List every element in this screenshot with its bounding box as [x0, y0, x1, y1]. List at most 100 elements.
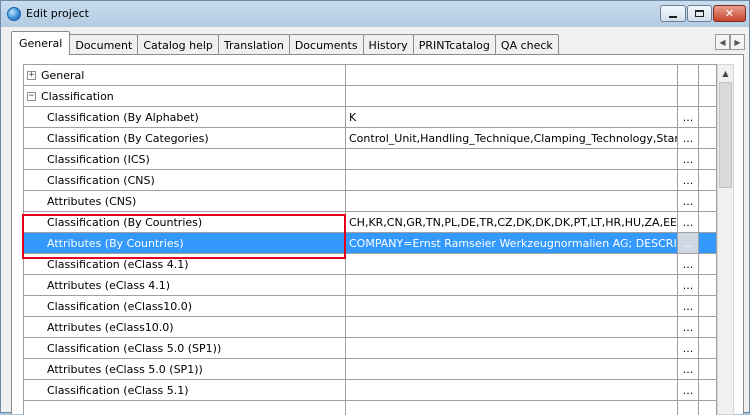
property-row[interactable]: Attributes (eClass10.0) ...	[24, 317, 716, 338]
value-cell	[346, 65, 678, 86]
property-name: Attributes (eClass 5.0 (SP1))	[24, 359, 346, 380]
tab-printcatalog[interactable]: PRINTcatalog	[412, 34, 496, 55]
ellipsis-button[interactable]: ...	[678, 254, 699, 275]
button-cell	[678, 65, 699, 86]
property-row[interactable]: Classification (By Alphabet) K ...	[24, 107, 716, 128]
property-row[interactable]: Attributes (eClass 5.0 (SP1)) ...	[24, 359, 716, 380]
tab-translation[interactable]: Translation	[217, 34, 290, 55]
tab-catalog-help[interactable]: Catalog help	[137, 34, 219, 55]
tab-label: Documents	[294, 38, 358, 52]
property-name: Classification (eClass10.0)	[24, 296, 346, 317]
title-bar[interactable]: Edit project ✕	[1, 1, 749, 27]
ellipsis-button[interactable]: ...	[678, 233, 699, 254]
tab-history[interactable]: History	[362, 34, 414, 55]
property-value[interactable]: K	[346, 107, 678, 128]
property-row-selected[interactable]: Attributes (By Countries) COMPANY=Ernst …	[24, 233, 716, 254]
arrow-left-icon: ◀	[719, 37, 726, 47]
property-row[interactable]: Classification (By Categories) Control_U…	[24, 128, 716, 149]
collapse-icon[interactable]: −	[27, 91, 36, 101]
group-name-cell[interactable]: + General	[24, 65, 346, 86]
tab-strip: General Document Catalog help Translatio…	[11, 31, 559, 55]
ellipsis-button[interactable]: ...	[678, 317, 699, 338]
app-icon	[7, 7, 21, 21]
property-row[interactable]: Attributes (eClass 4.1) ...	[24, 275, 716, 296]
property-name: Classification (eClass 5.0 (SP1))	[24, 338, 346, 359]
property-value[interactable]	[346, 275, 678, 296]
filler-cell	[699, 191, 716, 212]
property-value[interactable]	[346, 380, 678, 401]
tab-label: General	[19, 37, 63, 50]
property-row[interactable]: Classification (CNS) ...	[24, 170, 716, 191]
ellipsis-button[interactable]: ...	[678, 128, 699, 149]
property-value[interactable]	[346, 191, 678, 212]
vertical-scrollbar[interactable]: ▲	[717, 64, 734, 415]
ellipsis-button[interactable]: ...	[678, 338, 699, 359]
tab-label: History	[368, 38, 408, 52]
filler-cell	[699, 338, 716, 359]
property-row[interactable]: Classification (eClass10.0) ...	[24, 296, 716, 317]
property-value[interactable]	[346, 296, 678, 317]
ellipsis-button[interactable]: ...	[678, 359, 699, 380]
tab-label: PRINTcatalog	[418, 38, 490, 52]
filler-cell	[699, 317, 716, 338]
property-value[interactable]	[346, 338, 678, 359]
filler-cell	[699, 128, 716, 149]
property-row[interactable]: Classification (ICS) ...	[24, 149, 716, 170]
maximize-icon	[695, 10, 704, 17]
tab-documents[interactable]: Documents	[288, 34, 364, 55]
filler-cell	[699, 359, 716, 380]
property-row[interactable]: Classification (By Countries) CH,KR,CN,G…	[24, 212, 716, 233]
property-grid: + General − Classification Classificatio…	[23, 64, 717, 415]
property-name: Classification (By Categories)	[24, 128, 346, 149]
filler-cell	[699, 170, 716, 191]
expand-icon[interactable]: +	[27, 70, 36, 80]
ellipsis-button[interactable]: ...	[678, 212, 699, 233]
scroll-up-icon[interactable]: ▲	[718, 65, 733, 82]
property-name: Classification (eClass 4.1)	[24, 254, 346, 275]
property-value[interactable]: Control_Unit,Handling_Technique,Clamping…	[346, 128, 678, 149]
ellipsis-button[interactable]: ...	[678, 275, 699, 296]
tab-qa-check[interactable]: QA check	[494, 34, 559, 55]
scroll-thumb[interactable]	[719, 82, 732, 188]
filler-cell	[699, 233, 716, 254]
property-value[interactable]	[346, 254, 678, 275]
ellipsis-button[interactable]: ...	[678, 170, 699, 191]
ellipsis-button[interactable]: ...	[678, 380, 699, 401]
ellipsis-button[interactable]: ...	[678, 191, 699, 212]
property-row[interactable]: Classification (eClass 4.1) ...	[24, 254, 716, 275]
ellipsis-button[interactable]: ...	[678, 107, 699, 128]
filler-cell	[699, 86, 716, 107]
property-value[interactable]: CH,KR,CN,GR,TN,PL,DE,TR,CZ,DK,DK,DK,PT,L…	[346, 212, 678, 233]
property-row[interactable]: Classification (eClass 5.0 (SP1)) ...	[24, 338, 716, 359]
arrow-right-icon: ▶	[734, 37, 741, 47]
minimize-icon	[669, 15, 677, 18]
group-row-general[interactable]: + General	[24, 65, 716, 86]
general-tab-panel: + General − Classification Classificatio…	[11, 54, 744, 415]
property-value[interactable]	[346, 317, 678, 338]
tab-scroll-right-button[interactable]: ▶	[730, 34, 745, 50]
property-name: Attributes (CNS)	[24, 191, 346, 212]
property-row[interactable]: Classification (eClass 5.1) ...	[24, 380, 716, 401]
property-name: Attributes (eClass10.0)	[24, 317, 346, 338]
property-value[interactable]	[346, 170, 678, 191]
tab-label: QA check	[500, 38, 553, 52]
property-row[interactable]: Attributes (CNS) ...	[24, 191, 716, 212]
group-name-cell[interactable]: − Classification	[24, 86, 346, 107]
property-value[interactable]: COMPANY=Ernst Ramseier Werkzeugnormalien…	[346, 233, 678, 254]
maximize-button[interactable]	[687, 5, 712, 22]
filler-cell	[699, 296, 716, 317]
group-row-classification[interactable]: − Classification	[24, 86, 716, 107]
close-button[interactable]: ✕	[713, 5, 746, 22]
filler-cell	[699, 275, 716, 296]
property-value[interactable]	[346, 359, 678, 380]
property-value[interactable]	[346, 149, 678, 170]
ellipsis-button[interactable]: ...	[678, 296, 699, 317]
value-cell	[346, 86, 678, 107]
tab-general[interactable]: General	[11, 31, 71, 55]
tab-scroll-left-button[interactable]: ◀	[715, 34, 730, 50]
property-name: Attributes (eClass 4.1)	[24, 275, 346, 296]
button-cell	[678, 86, 699, 107]
tab-document[interactable]: Document	[69, 34, 139, 55]
minimize-button[interactable]	[660, 5, 686, 22]
ellipsis-button[interactable]: ...	[678, 149, 699, 170]
